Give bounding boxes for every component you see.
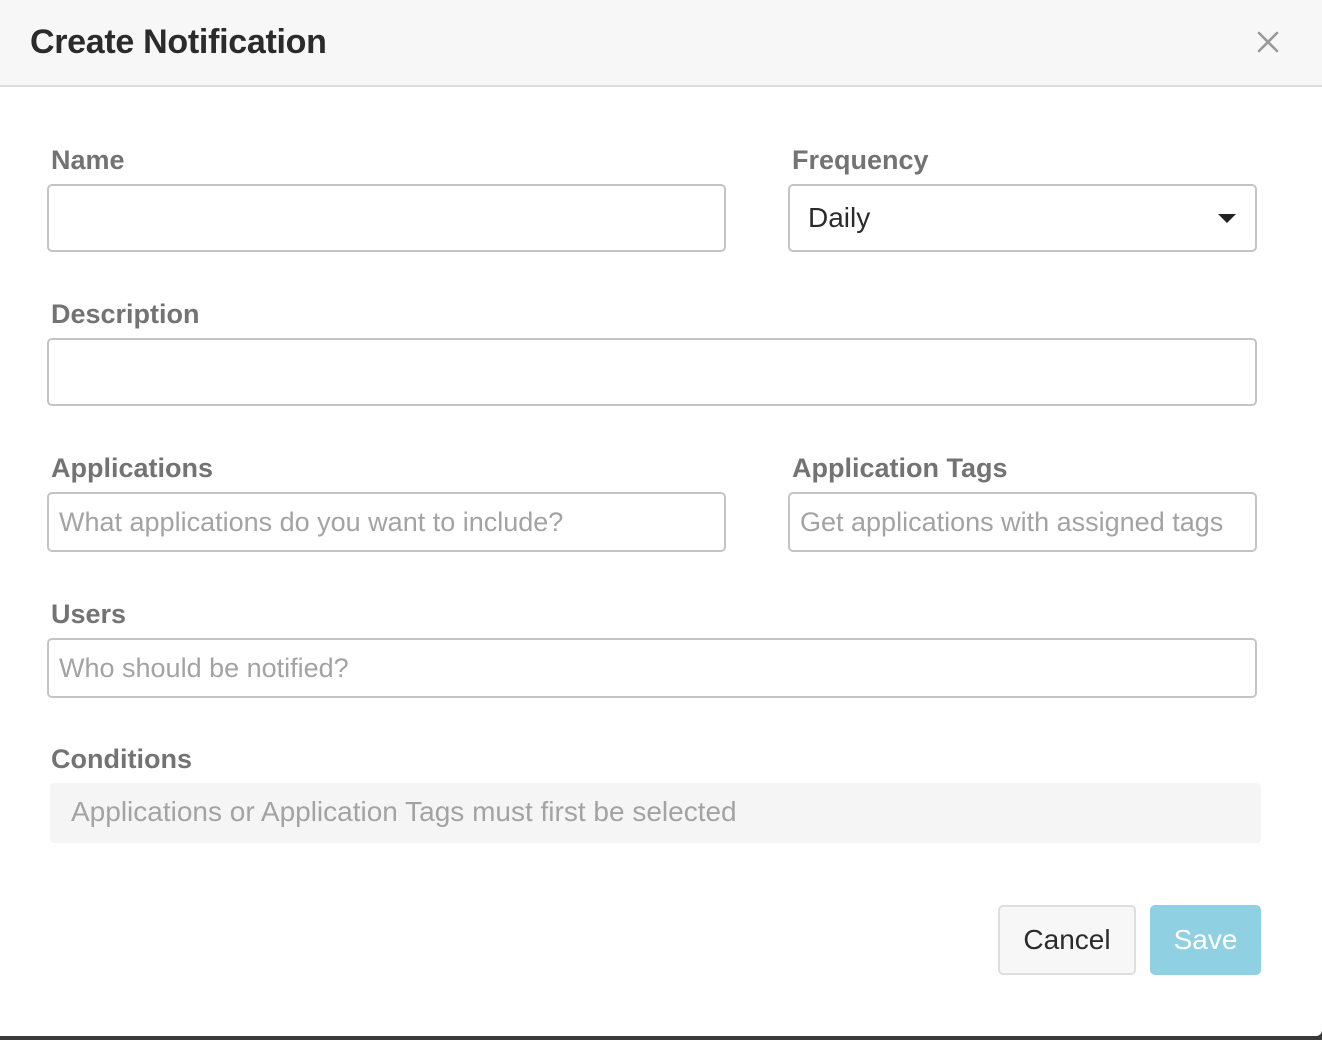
applications-input[interactable]: [47, 492, 726, 552]
dialog-header: Create Notification: [0, 0, 1322, 87]
caret-down-icon: [1218, 214, 1236, 223]
name-input[interactable]: [47, 184, 726, 252]
application-tags-label: Application Tags: [792, 453, 1008, 483]
frequency-label: Frequency: [792, 145, 929, 175]
applications-label: Applications: [51, 453, 214, 483]
name-label: Name: [51, 145, 125, 175]
users-input[interactable]: [47, 638, 1257, 698]
conditions-disabled-box: Applications or Application Tags must fi…: [50, 783, 1261, 843]
conditions-message: Applications or Application Tags must fi…: [71, 796, 737, 827]
save-button[interactable]: Save: [1150, 905, 1261, 975]
description-input[interactable]: [47, 338, 1257, 406]
frequency-selected-value: Daily: [808, 202, 871, 233]
cancel-button[interactable]: Cancel: [998, 905, 1136, 975]
frequency-select[interactable]: Daily: [788, 184, 1257, 252]
create-notification-dialog: Create Notification Name Frequency Daily…: [0, 0, 1322, 1036]
conditions-label: Conditions: [51, 744, 192, 774]
users-label: Users: [51, 599, 127, 629]
description-label: Description: [51, 299, 200, 329]
application-tags-input[interactable]: [788, 492, 1257, 552]
dialog-title: Create Notification: [30, 23, 327, 61]
close-icon[interactable]: [1252, 26, 1284, 58]
